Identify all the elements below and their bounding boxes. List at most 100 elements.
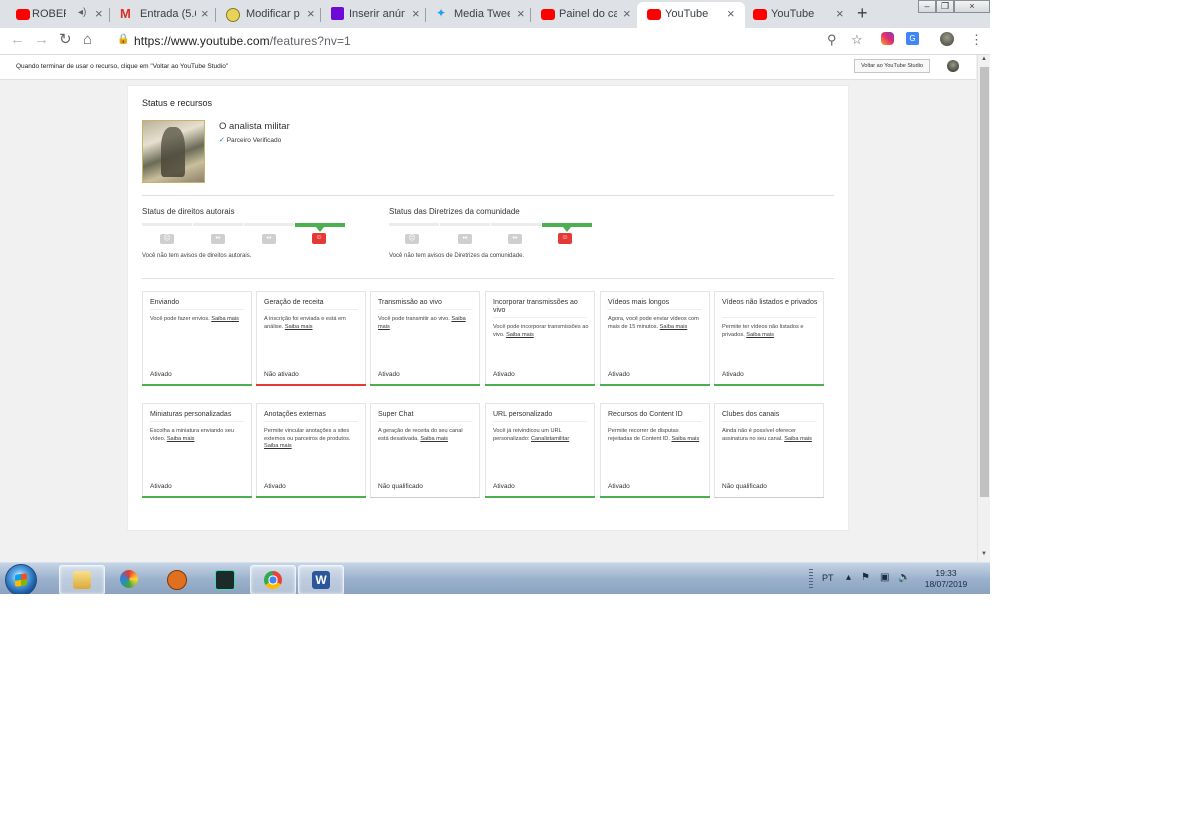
gmail-icon: M bbox=[120, 6, 131, 21]
learn-more-link[interactable]: Canalistamilitar bbox=[531, 436, 569, 442]
learn-more-link[interactable]: Saiba mais bbox=[264, 443, 292, 449]
screen: ROBERT ◂) × M Entrada (5.62 × Modificar … bbox=[0, 0, 990, 594]
back-button[interactable]: ← bbox=[10, 32, 25, 48]
feature-card: Transmissão ao vivo Você pode transmitir … bbox=[370, 291, 480, 386]
menu-icon[interactable]: ⋮ bbox=[970, 33, 983, 47]
learn-more-link[interactable]: Saiba mais bbox=[671, 436, 699, 442]
check-icon: ✓ bbox=[219, 137, 225, 144]
language-indicator[interactable]: PT bbox=[822, 573, 834, 583]
learn-more-link[interactable]: Saiba mais bbox=[660, 324, 688, 330]
feature-status: Ativado bbox=[264, 483, 286, 490]
feature-title: Incorporar transmissões ao vivo bbox=[493, 299, 578, 314]
page-title: Status e recursos bbox=[142, 98, 213, 108]
close-icon[interactable]: × bbox=[201, 6, 209, 21]
tab-media-tweets[interactable]: ✦ Media Tweets × bbox=[426, 2, 531, 28]
learn-more-link[interactable]: Saiba mais bbox=[211, 316, 239, 322]
account-avatar[interactable] bbox=[947, 60, 959, 72]
browser-toolbar: ← → ↻ ⌂ 🔒 https://www.youtube.com/featur… bbox=[0, 28, 990, 55]
action-center-flag-icon[interactable]: ⚑ bbox=[861, 572, 870, 583]
close-icon[interactable]: × bbox=[412, 6, 420, 21]
word-icon: W bbox=[312, 571, 330, 589]
network-icon[interactable]: ▣ bbox=[880, 572, 889, 583]
start-button[interactable] bbox=[5, 564, 37, 594]
close-icon[interactable]: × bbox=[727, 6, 735, 21]
feature-description: Permite recorrer de disputas rejeitadas … bbox=[608, 428, 700, 442]
home-button[interactable]: ⌂ bbox=[83, 32, 92, 48]
taskbar-paint[interactable] bbox=[107, 565, 151, 593]
address-bar[interactable]: 🔒 https://www.youtube.com/features?nv=1 bbox=[108, 30, 868, 52]
forward-button[interactable]: → bbox=[34, 32, 49, 48]
taskbar-explorer[interactable] bbox=[59, 565, 105, 594]
tab-youtube[interactable]: YouTube × bbox=[745, 2, 850, 28]
feature-card: Incorporar transmissões ao vivo Você pode… bbox=[485, 291, 595, 386]
feature-title: Clubes dos canais bbox=[722, 411, 780, 418]
feature-title: Vídeos mais longos bbox=[608, 299, 670, 306]
feature-card: Geração de receita A inscrição foi enviad… bbox=[256, 291, 366, 386]
feature-card: Recursos do Content ID Permite recorrer d… bbox=[600, 403, 710, 498]
tab-gmail[interactable]: M Entrada (5.62 × bbox=[110, 2, 216, 28]
show-hidden-icons[interactable]: ▴ bbox=[846, 572, 851, 583]
feature-status-bar bbox=[485, 384, 595, 386]
search-icon[interactable]: ⚲ bbox=[827, 33, 837, 47]
clock[interactable]: 19:33 18/07/2019 bbox=[914, 568, 978, 590]
feature-card: Clubes dos canais Ainda não é possível of… bbox=[714, 403, 824, 498]
copyright-strike-bar bbox=[142, 223, 346, 232]
feature-status-bar bbox=[370, 497, 480, 498]
maximize-button[interactable]: ❐ bbox=[936, 0, 954, 13]
instagram-icon[interactable] bbox=[881, 32, 894, 45]
feature-card: Super Chat A geração de receita do seu ca… bbox=[370, 403, 480, 498]
channel-name: O analista militar bbox=[219, 121, 290, 132]
chrome-icon bbox=[264, 571, 282, 589]
feature-title: Transmissão ao vivo bbox=[378, 299, 442, 306]
volume-icon[interactable]: 🔈 bbox=[898, 572, 910, 583]
taskbar-chrome[interactable] bbox=[250, 565, 296, 594]
learn-more-link[interactable]: Saiba mais bbox=[420, 436, 448, 442]
learn-more-link[interactable]: Saiba mais bbox=[506, 332, 534, 338]
taskbar-filmora[interactable] bbox=[202, 565, 246, 593]
star-icon[interactable]: ☆ bbox=[851, 33, 863, 47]
system-tray: PT ▴ ⚑ ▣ 🔈 19:33 18/07/2019 bbox=[806, 563, 990, 594]
taskbar-word[interactable]: W bbox=[298, 565, 344, 594]
close-icon[interactable]: × bbox=[623, 6, 631, 21]
feature-title: Enviando bbox=[150, 299, 180, 306]
community-status-message: Você não tem avisos de Diretrizes da com… bbox=[389, 253, 525, 259]
url-text: https://www.youtube.com/features?nv=1 bbox=[134, 34, 351, 48]
community-status-title: Status das Diretrizes da comunidade bbox=[389, 207, 520, 216]
tab-painel[interactable]: Painel do can × bbox=[531, 2, 637, 28]
close-icon[interactable]: × bbox=[517, 6, 525, 21]
reload-button[interactable]: ↻ bbox=[59, 32, 72, 48]
tab-modificar[interactable]: Modificar pul × bbox=[216, 2, 321, 28]
page-scrollbar[interactable]: ▲ ▼ bbox=[977, 55, 990, 562]
twitter-icon: ✦ bbox=[436, 6, 447, 20]
translate-icon[interactable]: G bbox=[906, 32, 919, 45]
scroll-up-icon[interactable]: ▲ bbox=[981, 56, 987, 62]
close-icon[interactable]: × bbox=[307, 6, 315, 21]
filmora-icon bbox=[215, 570, 235, 590]
feature-status-bar bbox=[142, 496, 252, 498]
taskbar-app-glove[interactable] bbox=[154, 565, 198, 593]
feature-status-bar bbox=[600, 384, 710, 386]
sad-face-icon: ☹ bbox=[405, 234, 419, 244]
tab-olx[interactable]: Inserir anúnc × bbox=[321, 2, 426, 28]
close-icon[interactable]: × bbox=[836, 6, 844, 21]
tab-robert[interactable]: ROBERT ◂) × bbox=[0, 2, 110, 28]
folder-icon bbox=[73, 571, 91, 589]
close-icon[interactable]: × bbox=[95, 6, 103, 21]
back-to-studio-button[interactable]: Voltar ao YouTube Studio bbox=[854, 59, 930, 73]
scroll-down-icon[interactable]: ▼ bbox=[981, 551, 987, 557]
feature-title: Recursos do Content ID bbox=[608, 411, 683, 418]
profile-avatar-icon[interactable] bbox=[940, 32, 954, 46]
learn-more-link[interactable]: Saiba mais bbox=[285, 324, 313, 330]
minimize-button[interactable]: – bbox=[918, 0, 936, 13]
close-window-button[interactable]: × bbox=[954, 0, 990, 13]
youtube-icon bbox=[647, 9, 661, 20]
new-tab-button[interactable]: + bbox=[857, 3, 868, 24]
community-strike-bar bbox=[389, 223, 593, 232]
tab-youtube-active[interactable]: YouTube × bbox=[637, 2, 745, 28]
scroll-thumb[interactable] bbox=[980, 67, 989, 497]
feature-card: Anotações externas Permite vincular anota… bbox=[256, 403, 366, 498]
learn-more-link[interactable]: Saiba mais bbox=[784, 436, 812, 442]
learn-more-link[interactable]: Saiba mais bbox=[167, 436, 195, 442]
learn-more-link[interactable]: Saiba mais bbox=[746, 332, 774, 338]
happy-face-icon: ☺ bbox=[558, 233, 572, 244]
